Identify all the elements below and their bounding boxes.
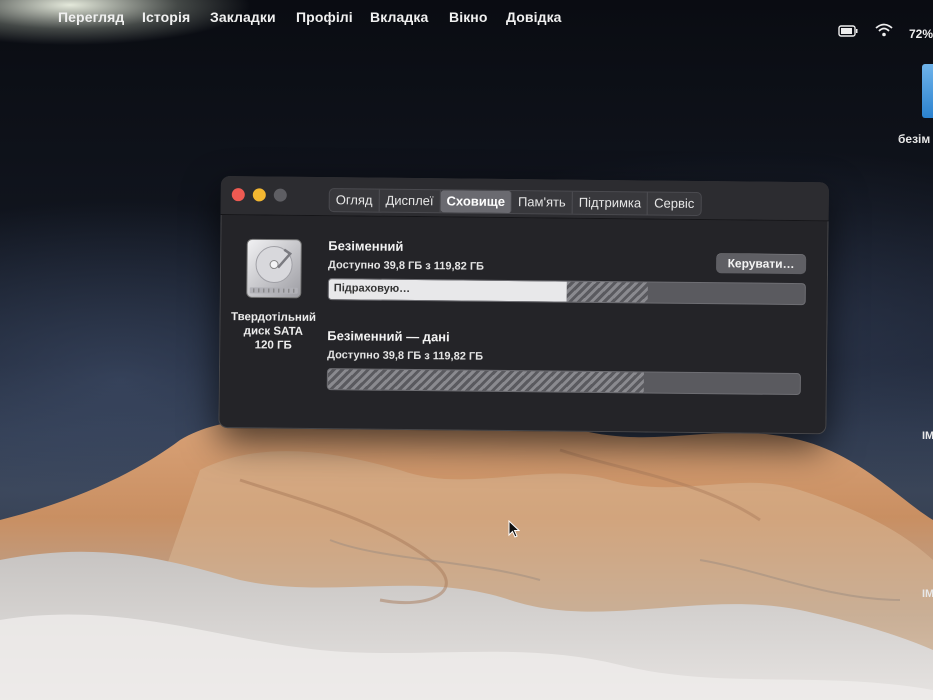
wifi-icon[interactable] [875, 23, 893, 40]
tab-displays[interactable]: Дисплеї [379, 189, 441, 213]
storage-used-segment [566, 281, 648, 303]
desktop-folder-icon[interactable] [922, 64, 933, 118]
disk-capacity: 120 ГБ [254, 339, 292, 352]
volume-available: Доступно 39,8 ГБ з 119,82 ГБ [327, 349, 484, 363]
calculating-label: Підраховую… [333, 282, 411, 295]
tab-service[interactable]: Сервіс [648, 192, 700, 215]
menu-bar: Перегляд Історія Закладки Профілі Вкладк… [0, 0, 933, 41]
desktop-folder-label[interactable]: безім [898, 132, 930, 146]
disk-type-line2: диск SATA [243, 325, 304, 338]
menu-help[interactable]: Довідка [506, 9, 562, 25]
storage-usage-bar [326, 368, 801, 396]
about-this-mac-window: Огляд Дисплеї Сховище Пам'ять Підтримка … [218, 176, 829, 435]
minimize-button[interactable] [252, 188, 266, 202]
manage-button[interactable]: Керувати… [716, 253, 807, 275]
menu-bookmarks[interactable]: Закладки [210, 9, 276, 25]
disk-caption: Твердотільний диск SATA 120 ГБ [225, 310, 321, 353]
tab-support[interactable]: Підтримка [572, 191, 649, 215]
menu-profiles[interactable]: Профілі [296, 9, 353, 25]
menu-tab[interactable]: Вкладка [370, 9, 428, 25]
menu-history[interactable]: Історія [142, 9, 190, 25]
tab-overview[interactable]: Огляд [329, 189, 380, 212]
desktop-item-label[interactable]: IM [922, 430, 933, 442]
disk-type-line1: Твердотільний [230, 311, 317, 325]
volume-name: Безіменний [328, 238, 404, 254]
zoom-button[interactable] [273, 188, 287, 202]
menu-window[interactable]: Вікно [449, 9, 488, 25]
storage-pane: Твердотільний диск SATA 120 ГБ Безіменни… [218, 215, 828, 434]
menu-view[interactable]: Перегляд [58, 9, 124, 25]
desktop-item-label[interactable]: IM [922, 588, 933, 600]
close-button[interactable] [231, 188, 245, 202]
tab-bar: Огляд Дисплеї Сховище Пам'ять Підтримка … [328, 188, 702, 217]
tab-memory[interactable]: Пам'ять [511, 191, 573, 214]
volume-available: Доступно 39,8 ГБ з 119,82 ГБ [328, 259, 485, 273]
storage-usage-bar: Підраховую… [327, 278, 806, 306]
battery-icon[interactable] [838, 24, 858, 41]
mouse-cursor-icon [508, 520, 520, 538]
tab-storage[interactable]: Сховище [440, 190, 513, 214]
hard-drive-icon [246, 238, 302, 299]
storage-used-segment [327, 369, 644, 393]
battery-percent: 72% [909, 27, 933, 41]
window-titlebar[interactable]: Огляд Дисплеї Сховище Пам'ять Підтримка … [220, 176, 829, 222]
volume-name: Безіменний — дані [327, 328, 450, 345]
